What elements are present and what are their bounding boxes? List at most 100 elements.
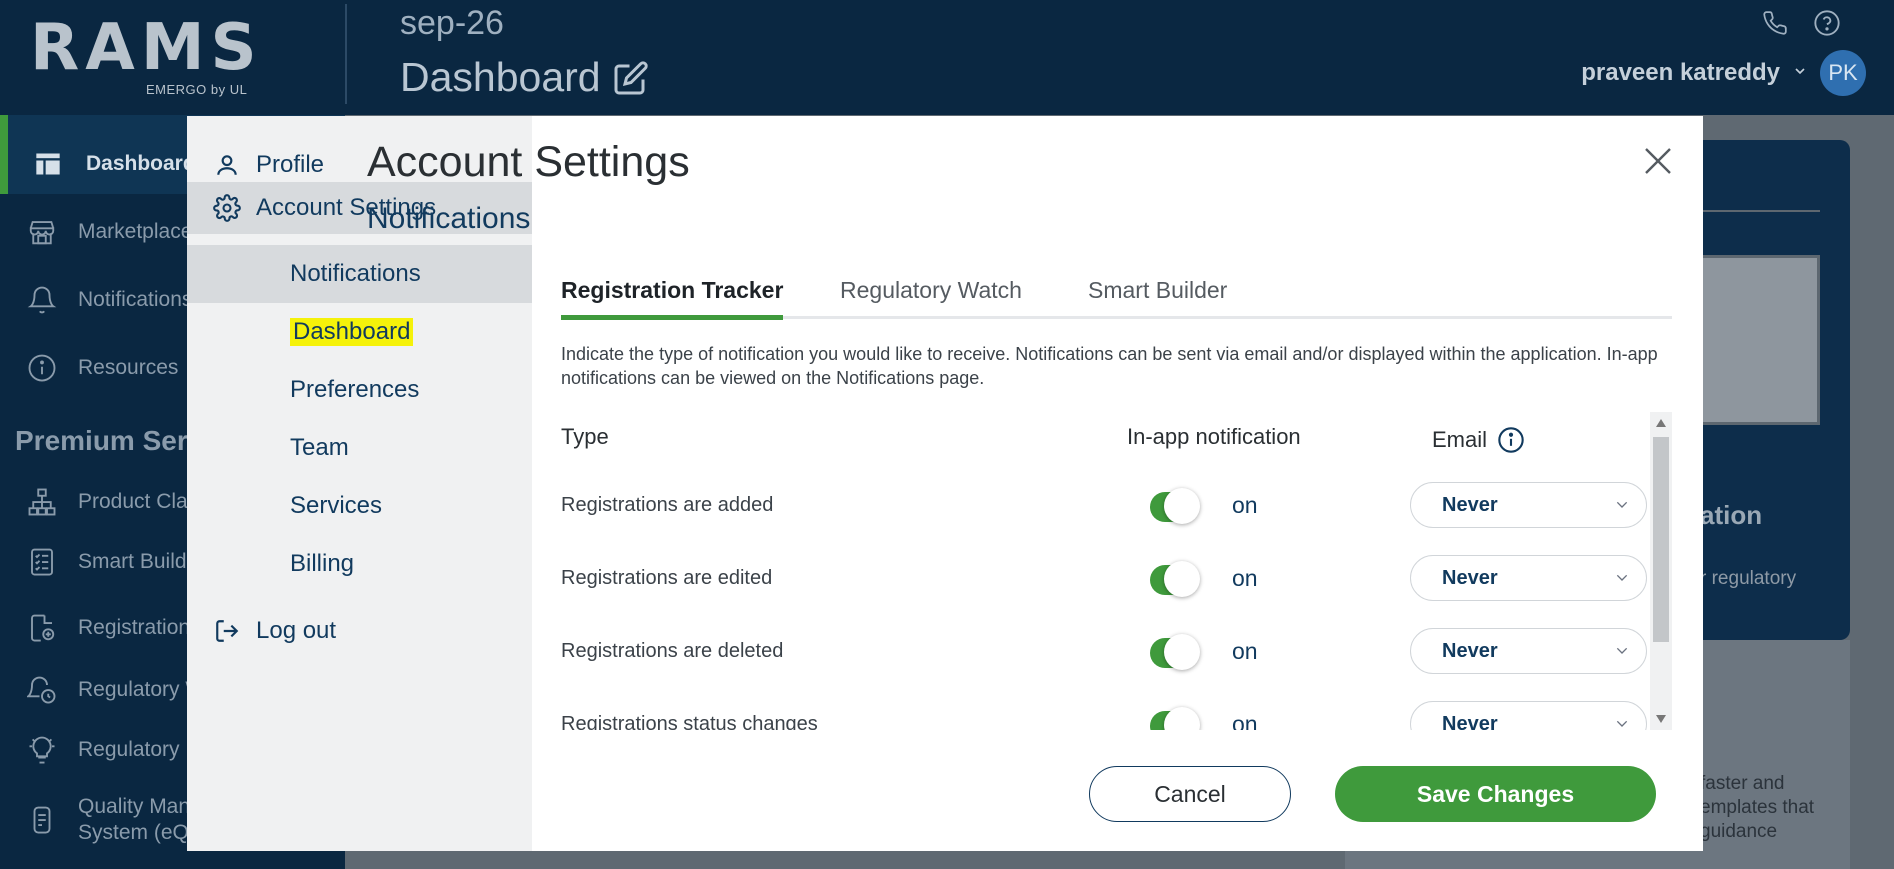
inapp-toggle[interactable] bbox=[1150, 488, 1200, 524]
row-type: Registrations status changes bbox=[561, 713, 818, 730]
logo-text: RAMS bbox=[30, 11, 263, 85]
nav-sub-dashboard[interactable]: Dashboard bbox=[187, 303, 532, 361]
notification-table: Type In-app notification Email Registrat… bbox=[561, 412, 1672, 730]
toggle-label: on bbox=[1232, 638, 1258, 664]
hierarchy-icon bbox=[24, 484, 60, 520]
nav-sub-label: Notifications bbox=[290, 260, 421, 287]
sidebar-item-label-line1: Quality Man bbox=[78, 795, 191, 818]
top-header: RAMS EMERGO by UL sep-26 Dashboard prave… bbox=[0, 0, 1894, 115]
sidebar-section-title: Premium Ser bbox=[15, 425, 188, 456]
marketplace-icon bbox=[24, 214, 60, 250]
quality-icon bbox=[24, 802, 60, 838]
scroll-thumb[interactable] bbox=[1653, 437, 1669, 642]
gear-icon bbox=[213, 194, 241, 222]
laptop-illustration bbox=[1700, 255, 1820, 425]
phone-icon[interactable] bbox=[1760, 8, 1790, 38]
info-icon bbox=[24, 350, 60, 386]
nav-sub-notifications[interactable]: Notifications bbox=[187, 245, 532, 303]
cancel-button[interactable]: Cancel bbox=[1089, 766, 1291, 822]
select-value: Never bbox=[1442, 712, 1498, 731]
checklist-icon bbox=[24, 544, 60, 580]
col-header-inapp: In-app notification bbox=[1127, 424, 1301, 449]
save-changes-button[interactable]: Save Changes bbox=[1335, 766, 1656, 822]
email-frequency-select[interactable]: Never bbox=[1410, 555, 1647, 601]
section-title: Notifications bbox=[367, 202, 531, 235]
tab-smart-builder[interactable]: Smart Builder bbox=[1088, 275, 1227, 319]
promo-card-text: r regulatory bbox=[1700, 568, 1797, 589]
promo-lower-line1: faster and bbox=[1700, 773, 1785, 794]
sidebar-item-label: Registration bbox=[78, 616, 191, 639]
col-header-email: Email bbox=[1432, 426, 1525, 454]
inapp-toggle[interactable] bbox=[1150, 707, 1200, 730]
toggle-knob bbox=[1164, 707, 1200, 730]
avatar[interactable]: PK bbox=[1820, 50, 1866, 96]
user-menu[interactable]: praveen katreddy PK bbox=[1581, 50, 1866, 96]
scroll-down-icon[interactable] bbox=[1655, 714, 1667, 724]
sidebar-item-label: Product Cla bbox=[78, 490, 188, 513]
info-icon[interactable] bbox=[1497, 426, 1525, 454]
email-frequency-select[interactable]: Never bbox=[1410, 701, 1647, 730]
close-icon bbox=[1645, 148, 1671, 174]
table-scrollbar[interactable] bbox=[1650, 412, 1672, 730]
notification-description: Indicate the type of notification you wo… bbox=[561, 344, 1658, 388]
nav-sub-services[interactable]: Services bbox=[187, 477, 532, 535]
inapp-toggle[interactable] bbox=[1150, 561, 1200, 597]
col-header-type: Type bbox=[561, 424, 609, 449]
promo-card-divider bbox=[1700, 210, 1820, 212]
col-header-email-label: Email bbox=[1432, 427, 1488, 452]
page-title: Dashboard bbox=[400, 54, 649, 101]
header-divider bbox=[345, 4, 347, 104]
project-name: sep-26 bbox=[400, 4, 504, 42]
logo-subtext: EMERGO by UL bbox=[146, 82, 248, 97]
chevron-down-icon bbox=[1616, 647, 1628, 654]
top-icons bbox=[1760, 8, 1842, 38]
sidebar-item-label: Regulatory I bbox=[78, 738, 192, 761]
promo-lower-text: faster and emplates that guidance bbox=[1700, 772, 1814, 844]
promo-card-title: ation bbox=[1700, 500, 1763, 530]
inapp-toggle[interactable] bbox=[1150, 634, 1200, 670]
nav-sub-preferences[interactable]: Preferences bbox=[187, 361, 532, 419]
sidebar-item-label: Notifications bbox=[78, 288, 193, 311]
select-value: Never bbox=[1442, 493, 1498, 516]
user-name: praveen katreddy bbox=[1581, 59, 1780, 86]
chevron-down-icon bbox=[1616, 574, 1628, 581]
close-button[interactable] bbox=[1640, 143, 1676, 179]
email-frequency-select[interactable]: Never bbox=[1410, 628, 1647, 674]
toggle-knob bbox=[1164, 561, 1200, 597]
registration-icon bbox=[24, 610, 60, 646]
row-type: Registrations are added bbox=[561, 494, 774, 516]
regulatory-watch-icon bbox=[24, 672, 60, 708]
dashboard-icon bbox=[30, 146, 66, 182]
sidebar-item-label: Marketplace bbox=[78, 220, 193, 243]
chevron-down-icon bbox=[1616, 501, 1628, 508]
select-value: Never bbox=[1442, 566, 1498, 589]
rams-logo[interactable]: RAMS EMERGO by UL bbox=[30, 12, 270, 102]
sidebar-item-label: Quality Man System (eQ bbox=[78, 794, 190, 846]
page-title-text: Dashboard bbox=[400, 54, 601, 100]
toggle-label: on bbox=[1232, 711, 1258, 730]
scroll-up-icon[interactable] bbox=[1655, 418, 1667, 428]
nav-logout-label: Log out bbox=[256, 617, 337, 644]
lightbulb-icon bbox=[24, 732, 60, 768]
notification-tabs: Registration Tracker Regulatory Watch Sm… bbox=[561, 275, 1672, 320]
nav-logout[interactable]: Log out bbox=[187, 606, 532, 656]
chevron-down-icon bbox=[1792, 63, 1808, 84]
edit-icon[interactable] bbox=[613, 60, 649, 96]
chevron-down-icon bbox=[1616, 720, 1628, 727]
sidebar-item-label: Resources bbox=[78, 356, 179, 379]
table-row: Registrations are added on Never bbox=[561, 482, 1651, 542]
nav-profile-label: Profile bbox=[256, 151, 325, 178]
help-icon[interactable] bbox=[1812, 8, 1842, 38]
tab-registration-tracker[interactable]: Registration Tracker bbox=[561, 275, 784, 320]
sidebar-item-label: Dashboard bbox=[86, 152, 196, 175]
tab-regulatory-watch[interactable]: Regulatory Watch bbox=[840, 275, 1022, 319]
nav-sub-label: Preferences bbox=[290, 376, 420, 403]
nav-sub-team[interactable]: Team bbox=[187, 419, 532, 477]
row-type: Registrations are edited bbox=[561, 567, 773, 589]
toggle-label: on bbox=[1232, 565, 1258, 591]
email-frequency-select[interactable]: Never bbox=[1410, 482, 1647, 528]
row-type: Registrations are deleted bbox=[561, 640, 784, 662]
nav-sub-label: Dashboard bbox=[290, 318, 414, 346]
promo-lower-line3: guidance bbox=[1700, 821, 1778, 842]
nav-sub-billing[interactable]: Billing bbox=[187, 535, 532, 593]
